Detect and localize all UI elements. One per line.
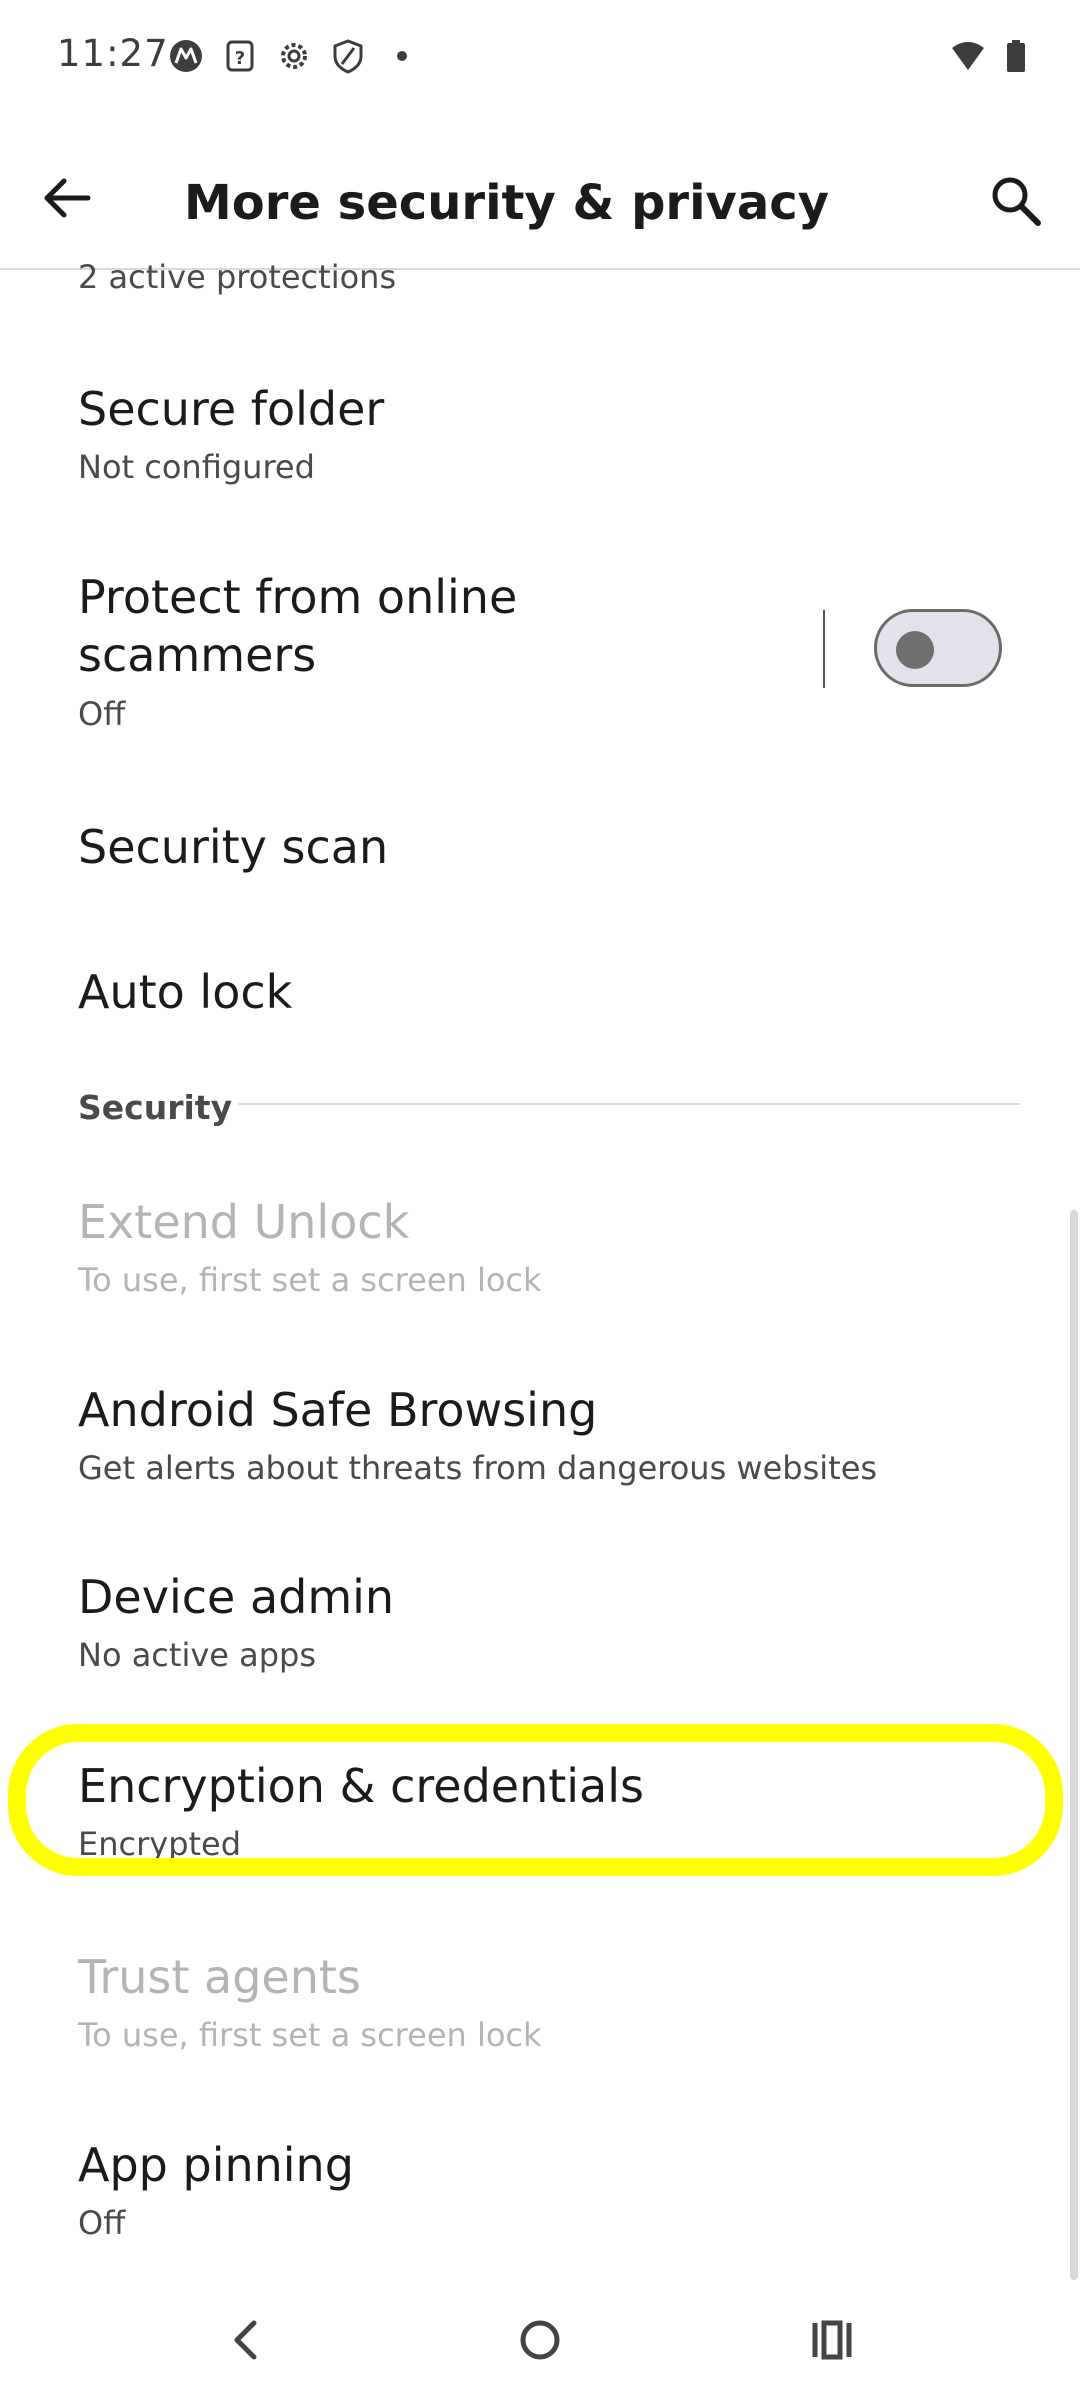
motorola-logo-icon bbox=[170, 40, 202, 72]
page-title: More security & privacy bbox=[184, 175, 829, 231]
item-summary: To use, first set a screen lock bbox=[78, 2016, 542, 2054]
item-title: Security scan bbox=[78, 820, 389, 874]
status-bar: 11:27 ? bbox=[0, 0, 1080, 115]
search-icon[interactable] bbox=[988, 173, 1044, 229]
arrow-back-icon[interactable] bbox=[38, 168, 98, 228]
item-summary: To use, first set a screen lock bbox=[78, 1261, 542, 1299]
app-bar: More security & privacy bbox=[0, 115, 1080, 270]
scammers-toggle-switch[interactable] bbox=[874, 609, 1002, 687]
toggle-knob bbox=[896, 631, 934, 669]
svg-text:?: ? bbox=[235, 48, 245, 69]
scrollbar[interactable] bbox=[1070, 1210, 1078, 2280]
list-item-auto-lock[interactable]: Auto lock bbox=[0, 935, 1060, 1055]
item-title-line2: scammers bbox=[78, 628, 317, 682]
list-item-safe-browsing[interactable]: Android Safe Browsing Get alerts about t… bbox=[0, 1363, 1060, 1513]
item-title: Auto lock bbox=[78, 965, 293, 1019]
item-title: App pinning bbox=[78, 2138, 354, 2192]
nav-back-icon[interactable] bbox=[212, 2305, 282, 2375]
item-title: Android Safe Browsing bbox=[78, 1383, 598, 1437]
list-item-extend-unlock: Extend Unlock To use, first set a screen… bbox=[0, 1175, 1060, 1325]
item-summary: Off bbox=[78, 695, 126, 733]
item-title: Trust agents bbox=[78, 1950, 361, 2004]
item-summary: Off bbox=[78, 2204, 126, 2242]
item-title: Secure folder bbox=[78, 382, 385, 436]
list-item-security-scan[interactable]: Security scan bbox=[0, 790, 1060, 910]
section-header-line bbox=[238, 1103, 1020, 1105]
toggle-divider bbox=[823, 610, 825, 688]
item-summary: No active apps bbox=[78, 1636, 317, 1674]
navigation-bar bbox=[0, 2285, 1080, 2400]
section-header-security: Security bbox=[78, 1088, 233, 1127]
status-time: 11:27 bbox=[57, 32, 169, 75]
partial-item-summary: 2 active protections bbox=[78, 258, 397, 296]
settings-gear-icon bbox=[281, 43, 307, 69]
item-title-line1: Protect from online bbox=[78, 570, 518, 624]
list-item-trust-agents: Trust agents To use, first set a screen … bbox=[0, 1930, 1060, 2080]
list-item-device-admin[interactable]: Device admin No active apps bbox=[0, 1550, 1060, 1700]
battery-icon bbox=[1007, 40, 1025, 72]
item-title: Device admin bbox=[78, 1570, 395, 1624]
list-item-app-pinning[interactable]: App pinning Off bbox=[0, 2118, 1060, 2268]
notification-dot-icon bbox=[397, 51, 407, 61]
item-summary: Get alerts about threats from dangerous … bbox=[78, 1449, 878, 1487]
shield-icon bbox=[333, 39, 363, 74]
highlight-annotation bbox=[8, 1724, 1063, 1876]
wifi-icon bbox=[952, 42, 984, 70]
nav-recents-icon[interactable] bbox=[797, 2305, 867, 2375]
help-icon: ? bbox=[226, 40, 254, 72]
list-item-secure-folder[interactable]: Secure folder Not configured bbox=[0, 360, 1060, 510]
item-title: Extend Unlock bbox=[78, 1195, 410, 1249]
item-summary: Not configured bbox=[78, 448, 315, 486]
nav-home-icon[interactable] bbox=[505, 2305, 575, 2375]
